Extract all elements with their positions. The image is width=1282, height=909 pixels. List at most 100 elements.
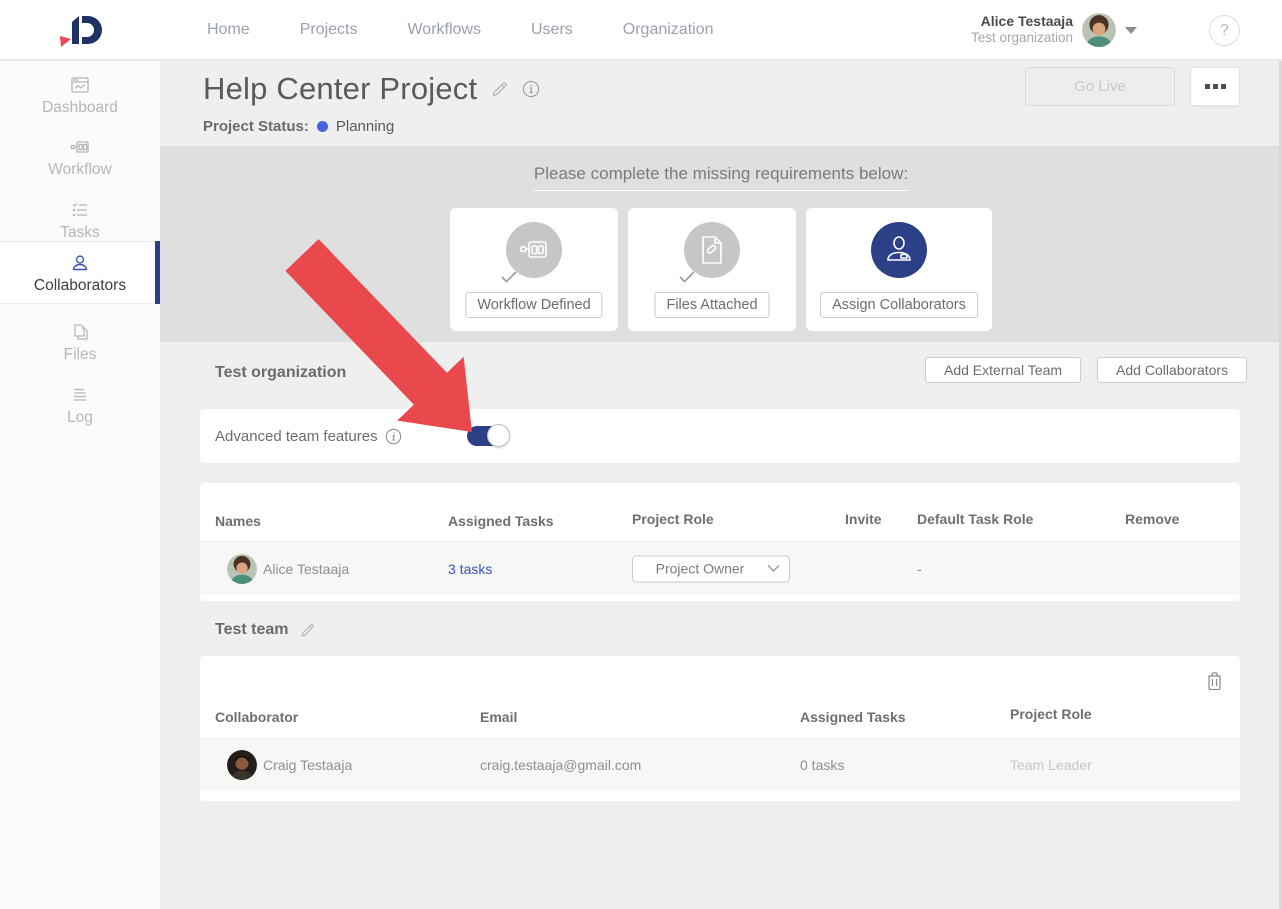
edit-team-button[interactable]: [300, 623, 315, 638]
col-assigned-tasks: Assigned Tasks: [800, 709, 906, 725]
sidebar-label: Log: [67, 409, 93, 426]
sidebar: Dashboard Workflow Tasks Collaborators: [0, 61, 160, 909]
user-name: Alice Testaaja: [971, 13, 1073, 31]
info-icon: [522, 80, 540, 98]
info-icon[interactable]: [385, 428, 402, 445]
col-project-role: Project Role: [1010, 706, 1092, 722]
help-button[interactable]: ?: [1209, 15, 1240, 46]
edit-title-button[interactable]: [491, 81, 508, 98]
project-role-value: Team Leader: [1010, 757, 1092, 773]
sidebar-item-files[interactable]: Files: [0, 322, 160, 364]
collaborators-icon: [70, 253, 90, 273]
nav-organization[interactable]: Organization: [623, 21, 714, 39]
log-icon: [70, 385, 90, 405]
person-badge-icon: [883, 234, 915, 266]
logo-red-triangle: [60, 36, 71, 47]
logo-one-bar: [72, 16, 79, 44]
dashboard-icon: [70, 75, 90, 95]
members-table: Names Assigned Tasks Project Role Invite…: [200, 483, 1240, 601]
col-assigned-tasks: Assigned Tasks: [448, 513, 554, 529]
default-task-role-value: -: [917, 561, 922, 577]
project-role-select[interactable]: Project Owner: [632, 555, 790, 582]
project-info-button[interactable]: [522, 80, 540, 98]
advanced-features-card: Advanced team features: [200, 409, 1240, 463]
col-remove: Remove: [1125, 511, 1179, 527]
tasks-icon: [70, 200, 90, 220]
sidebar-item-tasks[interactable]: Tasks: [0, 200, 160, 242]
delete-team-button[interactable]: [1207, 671, 1222, 693]
sidebar-item-collaborators[interactable]: Collaborators: [0, 241, 160, 304]
check-icon: [678, 270, 696, 284]
status-label: Project Status:: [203, 118, 309, 135]
sidebar-label: Dashboard: [42, 99, 118, 116]
col-project-role: Project Role: [632, 511, 714, 527]
check-icon: [500, 270, 518, 284]
team-name: Test team: [215, 621, 289, 639]
app-window: Home Projects Workflows Users Organizati…: [0, 0, 1282, 909]
status-dot: [317, 121, 328, 132]
sidebar-item-workflow[interactable]: Workflow: [0, 137, 160, 179]
requirements-message: Please complete the missing requirements…: [534, 164, 908, 191]
primary-nav: Home Projects Workflows Users Organizati…: [207, 0, 713, 60]
user-menu[interactable]: Alice Testaaja Test organization: [971, 0, 1137, 60]
alice-avatar-image: [227, 554, 257, 584]
nav-projects[interactable]: Projects: [300, 21, 358, 39]
status-value: Planning: [336, 118, 394, 135]
chevron-down-icon: [767, 565, 780, 573]
files-icon: [70, 322, 90, 342]
requirement-card-assign-collaborators[interactable]: Assign Collaborators: [806, 208, 992, 331]
col-names: Names: [215, 513, 261, 529]
workflow-icon: [518, 234, 550, 266]
col-default-task-role: Default Task Role: [917, 511, 1033, 527]
member-name: Alice Testaaja: [263, 561, 349, 577]
assigned-tasks-value: 0 tasks: [800, 757, 844, 773]
sidebar-item-log[interactable]: Log: [0, 385, 160, 427]
table-row: Craig Testaaja craig.testaaja@gmail.com …: [200, 738, 1240, 790]
add-collaborators-button[interactable]: Add Collaborators: [1097, 357, 1247, 383]
table-row: Alice Testaaja 3 tasks Project Owner -: [200, 541, 1240, 595]
add-external-team-button[interactable]: Add External Team: [925, 357, 1081, 383]
advanced-features-toggle[interactable]: [467, 424, 511, 448]
more-options-button[interactable]: [1190, 67, 1240, 106]
sidebar-item-dashboard[interactable]: Dashboard: [0, 75, 160, 117]
nav-workflows[interactable]: Workflows: [407, 21, 481, 39]
col-invite: Invite: [845, 511, 882, 527]
dot: [1205, 84, 1210, 89]
advanced-features-label: Advanced team features: [215, 428, 378, 445]
pencil-icon: [300, 623, 315, 638]
brand-logo[interactable]: [52, 10, 108, 50]
user-text: Alice Testaaja Test organization: [971, 13, 1073, 47]
chevron-down-icon[interactable]: [1125, 27, 1137, 34]
sidebar-label: Workflow: [48, 161, 111, 178]
workflow-icon: [70, 137, 90, 157]
requirement-label[interactable]: Files Attached: [654, 292, 769, 318]
page-title: Help Center Project: [203, 71, 477, 107]
nav-home[interactable]: Home: [207, 21, 250, 39]
requirement-label[interactable]: Assign Collaborators: [820, 292, 978, 318]
col-email: Email: [480, 709, 517, 725]
help-label: ?: [1220, 22, 1229, 40]
project-status: Project Status: Planning: [203, 118, 394, 135]
avatar: [227, 750, 257, 780]
collaborator-email: craig.testaaja@gmail.com: [480, 757, 641, 773]
collaborators-circle: [871, 222, 927, 278]
trash-icon: [1207, 671, 1222, 690]
go-live-button[interactable]: Go Live: [1025, 67, 1175, 106]
col-collaborator: Collaborator: [215, 709, 298, 725]
toggle-knob[interactable]: [487, 424, 510, 447]
sidebar-label: Collaborators: [34, 277, 126, 294]
avatar[interactable]: [1082, 13, 1116, 47]
team-table: Collaborator Email Assigned Tasks Projec…: [200, 656, 1240, 801]
avatar: [227, 554, 257, 584]
sidebar-label: Tasks: [60, 224, 100, 241]
dot: [1221, 84, 1226, 89]
requirement-card-files-attached[interactable]: Files Attached: [628, 208, 796, 331]
pencil-icon: [491, 81, 508, 98]
assigned-tasks-link[interactable]: 3 tasks: [448, 561, 492, 577]
craig-avatar-image: [227, 750, 257, 780]
sidebar-label: Files: [64, 346, 97, 363]
requirement-card-workflow-defined[interactable]: Workflow Defined: [450, 208, 618, 331]
organization-heading: Test organization: [215, 364, 346, 382]
nav-users[interactable]: Users: [531, 21, 573, 39]
requirement-label[interactable]: Workflow Defined: [465, 292, 602, 318]
